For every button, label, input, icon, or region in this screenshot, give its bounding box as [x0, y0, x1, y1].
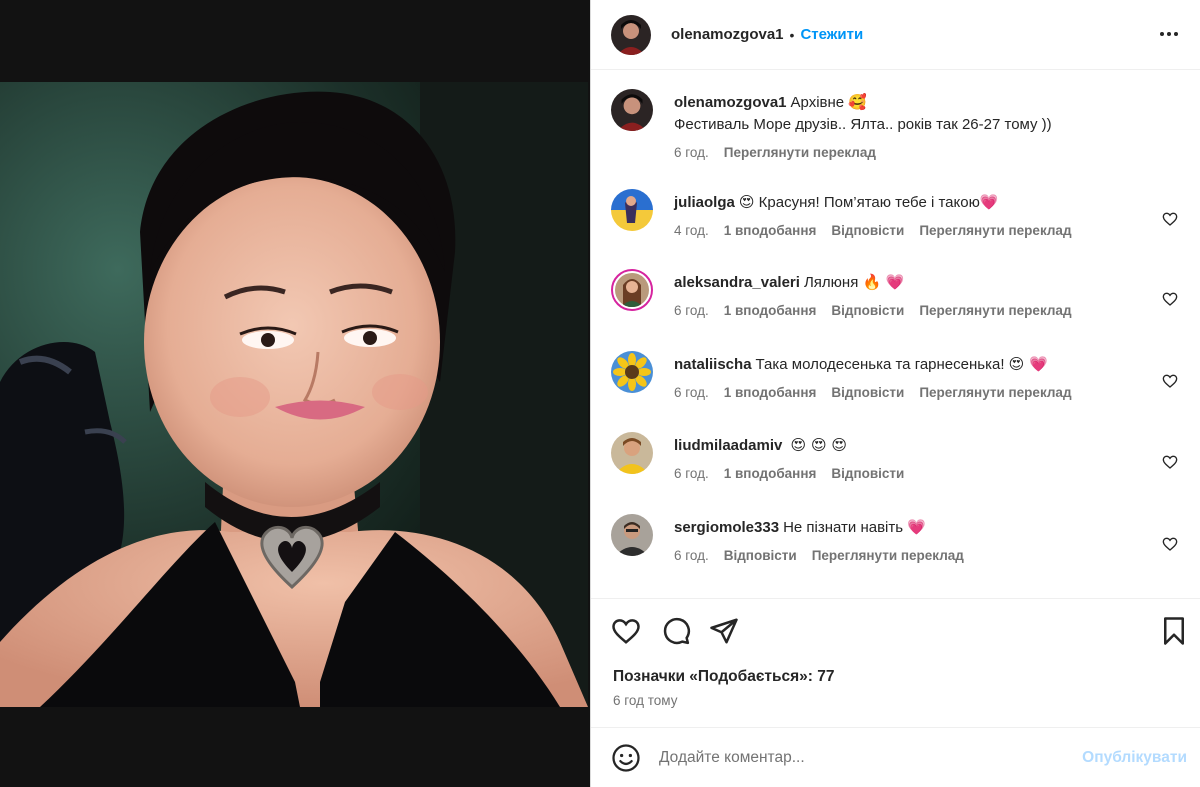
- comments-list[interactable]: olenamozgova1 Архівне 🥰 Фестиваль Море др…: [591, 71, 1200, 599]
- like-comment-heart-icon[interactable]: [1162, 211, 1178, 227]
- post-sidebar: olenamozgova1 • Стежити olenamozgova1 Ар…: [590, 0, 1200, 787]
- add-comment-bar: Опублікувати: [591, 727, 1200, 787]
- translate-button[interactable]: Переглянути переклад: [724, 142, 876, 164]
- comment-input[interactable]: [659, 748, 1049, 767]
- comment-body: nataliischa Така молодесенька та гарнесен…: [674, 353, 1154, 404]
- likes-number: 77: [817, 668, 835, 685]
- bookmark-icon[interactable]: [1159, 616, 1189, 646]
- commenter-avatar[interactable]: [611, 269, 653, 311]
- comment-likes[interactable]: 1 вподобання: [724, 382, 817, 404]
- comment-likes[interactable]: 1 вподобання: [724, 220, 817, 242]
- caption-body: olenamozgova1 Архівне 🥰 Фестиваль Море др…: [674, 91, 1154, 164]
- caption-meta: 6 год. Переглянути переклад: [674, 142, 1154, 164]
- reply-button[interactable]: Відповісти: [831, 382, 904, 404]
- reply-button[interactable]: Відповісти: [831, 300, 904, 322]
- comment-username[interactable]: aleksandra_valeri: [674, 274, 800, 291]
- comment-suffix-emoji: 💗: [979, 193, 999, 211]
- comment-suffix-emoji: 🔥 💗: [862, 273, 905, 291]
- like-comment-heart-icon[interactable]: [1162, 291, 1178, 307]
- comment-text: Така молодесенька та гарнесенька!: [755, 356, 1005, 373]
- comment-username[interactable]: nataliischa: [674, 356, 752, 373]
- reply-button[interactable]: Відповісти: [831, 463, 904, 485]
- translate-button[interactable]: Переглянути переклад: [919, 382, 1071, 404]
- commenter-avatar[interactable]: [611, 351, 653, 393]
- comment-time[interactable]: 6 год.: [674, 382, 709, 404]
- reply-button[interactable]: Відповісти: [724, 545, 797, 567]
- comment-text: Красуня! Пом’ятаю тебе і такою: [758, 194, 980, 211]
- translate-button[interactable]: Переглянути переклад: [919, 300, 1071, 322]
- like-comment-heart-icon[interactable]: [1162, 536, 1178, 552]
- comment-meta: 4 год. 1 вподобання Відповісти Перегляну…: [674, 220, 1154, 242]
- caption-text-line2: Фестиваль Море друзів.. Ялта.. років так…: [674, 116, 1052, 133]
- likes-count[interactable]: Позначки «Подобається»: 77: [613, 668, 835, 686]
- portrait-illustration: [0, 82, 588, 707]
- commenter-avatar[interactable]: [611, 189, 653, 231]
- share-icon[interactable]: [709, 616, 739, 646]
- comment-body: juliaolga 😍 Красуня! Пом’ятаю тебе і тако…: [674, 191, 1154, 242]
- commenter-avatar[interactable]: [611, 514, 653, 556]
- author-username[interactable]: olenamozgova1: [671, 26, 784, 43]
- caption-emoji: 🥰: [848, 93, 867, 111]
- caption-text-line1: Архівне: [790, 94, 845, 111]
- post-photo[interactable]: [0, 82, 588, 707]
- comment-body: aleksandra_valeri Лялюня 🔥 💗 6 год. 1 впо…: [674, 271, 1154, 322]
- comment-likes[interactable]: 1 вподобання: [724, 300, 817, 322]
- media-panel: [0, 0, 590, 787]
- comment-username[interactable]: juliaolga: [674, 194, 735, 211]
- comment-meta: 6 год. 1 вподобання Відповісти: [674, 463, 1154, 485]
- comment-body: liudmilaadamiv 😍 😍 😍 6 год. 1 вподобання…: [674, 434, 1154, 485]
- comment-suffix-emoji: 😍 💗: [1008, 355, 1048, 373]
- comment-time[interactable]: 6 год.: [674, 463, 709, 485]
- comment-time[interactable]: 6 год.: [674, 300, 709, 322]
- comment-text: Лялюня: [803, 274, 859, 291]
- action-bar: [591, 604, 1200, 660]
- comment-icon[interactable]: [661, 616, 691, 646]
- like-comment-heart-icon[interactable]: [1162, 373, 1178, 389]
- caption-username[interactable]: olenamozgova1: [674, 94, 787, 111]
- comment-suffix-emoji: 😍 😍 😍: [790, 436, 847, 454]
- comment-text: Не пізнати навіть: [783, 519, 904, 536]
- comment-suffix-emoji: 💗: [907, 518, 926, 536]
- post-header: olenamozgova1 • Стежити: [591, 0, 1200, 70]
- caption-avatar[interactable]: [611, 89, 653, 131]
- comment-meta: 6 год. 1 вподобання Відповісти Перегляну…: [674, 382, 1154, 404]
- more-options-icon[interactable]: [1157, 22, 1181, 46]
- comment-likes[interactable]: 1 вподобання: [724, 463, 817, 485]
- author-avatar[interactable]: [611, 14, 651, 55]
- translate-button[interactable]: Переглянути переклад: [812, 545, 964, 567]
- likes-label: Позначки «Подобається»:: [613, 668, 813, 685]
- post-comment-button[interactable]: Опублікувати: [1082, 749, 1187, 767]
- comment-body: sergiomole333 Не пізнати навіть 💗 6 год. …: [674, 516, 1154, 567]
- commenter-avatar[interactable]: [611, 432, 653, 474]
- heart-icon[interactable]: [611, 616, 641, 646]
- comment-username[interactable]: sergiomole333: [674, 519, 779, 536]
- caption-time[interactable]: 6 год.: [674, 142, 709, 164]
- like-comment-heart-icon[interactable]: [1162, 454, 1178, 470]
- follow-button[interactable]: Стежити: [800, 26, 863, 43]
- comment-time[interactable]: 4 год.: [674, 220, 709, 242]
- emoji-icon[interactable]: [611, 743, 641, 773]
- translate-button[interactable]: Переглянути переклад: [919, 220, 1071, 242]
- comment-username[interactable]: liudmilaadamiv: [674, 437, 782, 454]
- separator-dot: •: [789, 26, 795, 43]
- comment-prefix-emoji: 😍: [738, 193, 755, 211]
- comment-meta: 6 год. Відповісти Переглянути переклад: [674, 545, 1154, 567]
- reply-button[interactable]: Відповісти: [831, 220, 904, 242]
- comment-time[interactable]: 6 год.: [674, 545, 709, 567]
- comment-meta: 6 год. 1 вподобання Відповісти Перегляну…: [674, 300, 1154, 322]
- post-time: 6 год тому: [613, 693, 678, 708]
